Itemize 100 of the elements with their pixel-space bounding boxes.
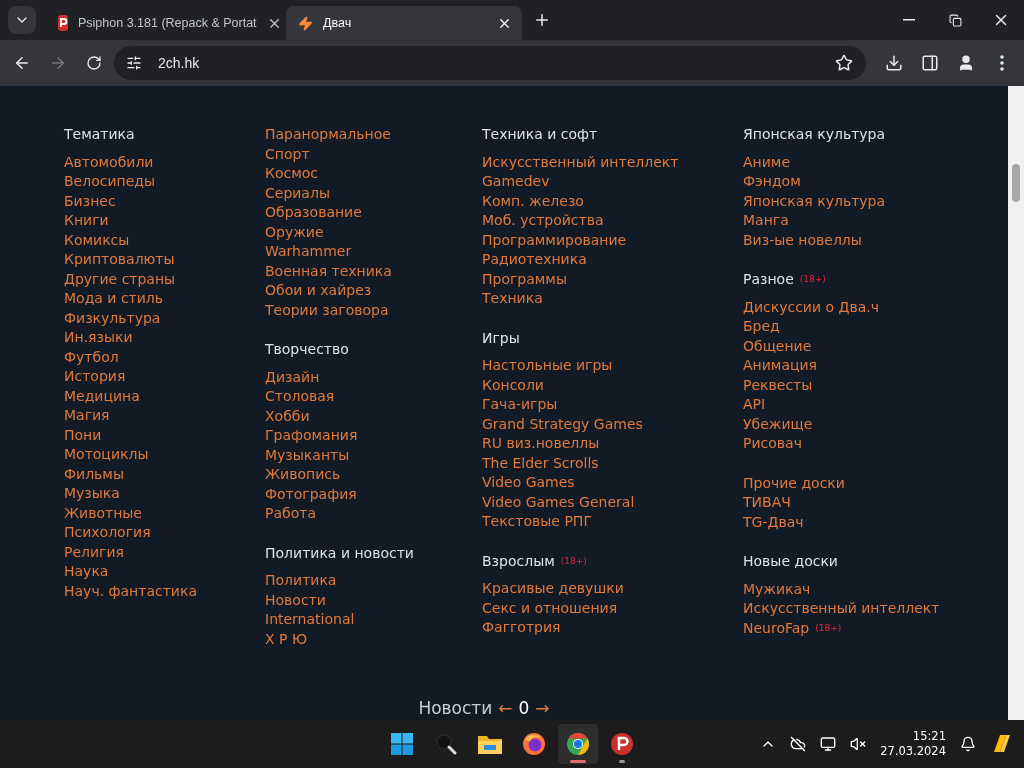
board-link[interactable]: Убежище (743, 414, 813, 434)
taskbar-app-button[interactable] (558, 724, 598, 764)
board-link[interactable]: Медицина (64, 386, 140, 406)
board-link[interactable]: Графомания (265, 426, 358, 446)
board-link[interactable]: Консоли (482, 375, 544, 395)
board-link[interactable]: Столовая (265, 387, 335, 407)
board-link[interactable]: Паранормальное (265, 125, 391, 145)
board-link[interactable]: Ин.языки (64, 328, 133, 348)
board-link[interactable]: The Elder Scrolls (482, 453, 599, 473)
board-link[interactable]: Бред (743, 317, 780, 337)
scrollbar-thumb[interactable] (1012, 164, 1020, 202)
board-link[interactable]: API (743, 395, 766, 415)
board-link[interactable]: Мужикач (743, 579, 811, 599)
board-link[interactable]: Бизнес (64, 191, 116, 211)
board-link[interactable]: Красивые девушки (482, 579, 624, 599)
board-link[interactable]: Работа (265, 504, 316, 524)
board-link[interactable]: Прочие доски (743, 473, 845, 493)
board-link[interactable]: TG-Двач (743, 512, 804, 532)
board-link[interactable]: Музыка (64, 484, 120, 504)
next-link[interactable]: → (535, 698, 550, 718)
board-link[interactable]: Радиотехника (482, 250, 587, 270)
age-label: (18+) (799, 273, 826, 286)
board-link[interactable]: Комиксы (64, 230, 130, 250)
board-link[interactable]: Grand Strategy Games (482, 414, 643, 434)
board-link[interactable]: Секс и отношения (482, 598, 618, 618)
board-link[interactable]: Магия (64, 406, 110, 426)
board-link[interactable]: Искусственный интеллект (482, 152, 679, 172)
board-link[interactable]: Программы (482, 269, 567, 289)
speaker-muted-icon[interactable] (850, 736, 867, 752)
tab-list-button[interactable] (8, 6, 36, 34)
board-link[interactable]: Психология (64, 523, 151, 543)
board-link[interactable]: Моб. устройства (482, 211, 604, 231)
board-link[interactable]: Физкультура (64, 308, 161, 328)
board-link[interactable]: Книги (64, 211, 109, 231)
board-link[interactable]: Японская культура (743, 191, 886, 211)
board-link[interactable]: Искусственный интеллект (743, 599, 940, 619)
board-link[interactable]: Военная техника (265, 261, 392, 281)
board-link[interactable]: Мотоциклы (64, 445, 149, 465)
scrollbar[interactable] (1008, 86, 1024, 720)
board-link[interactable]: Другие страны (64, 269, 176, 289)
board-link[interactable]: Фотография (265, 484, 357, 504)
board-link[interactable]: Обои и хайрез (265, 281, 372, 301)
board-link[interactable]: Новости (265, 590, 326, 610)
board-link[interactable]: Хобби (265, 406, 310, 426)
board-link[interactable]: Gamedev (482, 172, 550, 192)
board-link[interactable]: Фагготрия (482, 618, 561, 638)
board-link[interactable]: Космос (265, 164, 319, 184)
board-link[interactable]: Науч. фантастика (64, 581, 197, 601)
board-link[interactable]: Оружие (265, 222, 324, 242)
board-link[interactable]: Настольные игры (482, 356, 613, 376)
board-link[interactable]: Аниме (743, 152, 790, 172)
board-link[interactable]: Велосипеды (64, 172, 156, 192)
board-link[interactable]: Реквесты (743, 375, 813, 395)
board-link[interactable]: Гача-игры (482, 395, 558, 415)
board-link[interactable]: Мода и стиль (64, 289, 164, 309)
board-link[interactable]: Футбол (64, 347, 119, 367)
board-link[interactable]: Текстовые РПГ (482, 512, 592, 532)
board-link[interactable]: International (265, 610, 355, 630)
board-link[interactable]: Комп. железо (482, 191, 584, 211)
side-panel-icon (921, 54, 939, 72)
board-link[interactable]: Фэндом (743, 172, 801, 192)
board-link[interactable]: RU виз.новеллы (482, 434, 600, 454)
board-link[interactable]: Х Р Ю (265, 629, 308, 649)
board-link[interactable]: Video Games General (482, 492, 635, 512)
board-link[interactable]: Рисовач (743, 434, 802, 454)
address-bar[interactable]: 2ch.hk (114, 46, 866, 80)
board-link[interactable]: Общение (743, 336, 812, 356)
board-link[interactable]: Сериалы (265, 183, 330, 203)
board-link[interactable]: Виз-ые новеллы (743, 230, 862, 250)
bell-icon[interactable] (960, 736, 976, 752)
browser-tab[interactable]: Psiphon 3.181 (Repack & Portat (46, 6, 282, 40)
board-link[interactable]: Животные (64, 503, 142, 523)
board-link[interactable]: Манга (743, 211, 789, 231)
board-link[interactable]: Warhammer (265, 242, 352, 262)
board-link[interactable]: История (64, 367, 126, 387)
board-link[interactable]: ТИВАЧ (743, 493, 791, 513)
monitor-icon[interactable] (820, 736, 837, 752)
board-link[interactable]: Политика (265, 571, 337, 591)
board-link[interactable]: Спорт (265, 144, 310, 164)
board-link[interactable]: Video Games (482, 473, 575, 493)
cloud-off-icon[interactable] (790, 736, 807, 752)
board-link[interactable]: Живопись (265, 465, 341, 485)
board-link[interactable]: Дизайн (265, 367, 320, 387)
board-link[interactable]: Пони (64, 425, 102, 445)
board-link[interactable]: Дискуссии о Два.ч (743, 297, 880, 317)
board-link[interactable]: Техника (482, 289, 543, 309)
board-link[interactable]: Криптовалюты (64, 250, 175, 270)
board-link[interactable]: NeuroFap (743, 618, 810, 638)
board-link[interactable]: Фильмы (64, 464, 124, 484)
board-link[interactable]: Автомобили (64, 152, 154, 172)
board-link[interactable]: Теории заговора (265, 300, 389, 320)
board-link[interactable]: Музыканты (265, 445, 350, 465)
psiphon-icon (610, 732, 634, 756)
browser-tab[interactable]: Двач (286, 6, 522, 40)
board-link[interactable]: Анимация (743, 356, 818, 376)
previous-link[interactable]: ← (498, 698, 513, 718)
board-link[interactable]: Программирование (482, 230, 627, 250)
board-link[interactable]: Наука (64, 562, 109, 582)
board-link[interactable]: Религия (64, 542, 124, 562)
board-link[interactable]: Образование (265, 203, 362, 223)
